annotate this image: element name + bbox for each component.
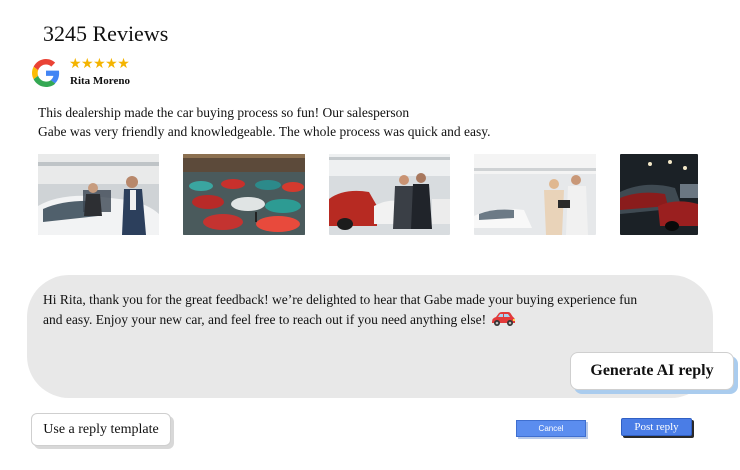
photo-salesmen-red-car-icon: [329, 154, 450, 235]
photo-dark-showroom-icon: [620, 154, 698, 235]
rating-stars: ★★★★★: [69, 56, 130, 72]
photo-tablet-showroom-icon: [474, 154, 596, 235]
photo-showroom-floor-icon: [183, 154, 305, 235]
review-text-line: This dealership made the car buying proc…: [38, 105, 410, 120]
google-logo-icon: [32, 59, 60, 87]
post-reply-button[interactable]: Post reply: [621, 418, 692, 436]
reply-text-line: and easy. Enjoy your new car, and feel f…: [43, 310, 683, 330]
page-title: 3245 Reviews: [43, 21, 169, 46]
review-photo[interactable]: [329, 154, 450, 235]
review-photo[interactable]: [38, 154, 159, 235]
reviewer-name: Rita Moreno: [70, 75, 130, 87]
reply-text[interactable]: Hi Rita, thank you for the great feedbac…: [43, 290, 683, 330]
review-text: This dealership made the car buying proc…: [38, 103, 558, 141]
photo-couple-car-door-icon: [38, 154, 159, 235]
review-photo[interactable]: [183, 154, 305, 235]
review-text-line: Gabe was very friendly and knowledgeable…: [38, 124, 491, 139]
review-photo[interactable]: [620, 154, 698, 235]
use-reply-template-button[interactable]: Use a reply template: [31, 413, 171, 446]
generate-ai-reply-button[interactable]: Generate AI reply: [570, 352, 734, 390]
red-car-icon: [490, 311, 516, 327]
review-photo[interactable]: [474, 154, 596, 235]
cancel-button[interactable]: Cancel: [516, 420, 586, 437]
reply-text-line: Hi Rita, thank you for the great feedbac…: [43, 292, 638, 307]
